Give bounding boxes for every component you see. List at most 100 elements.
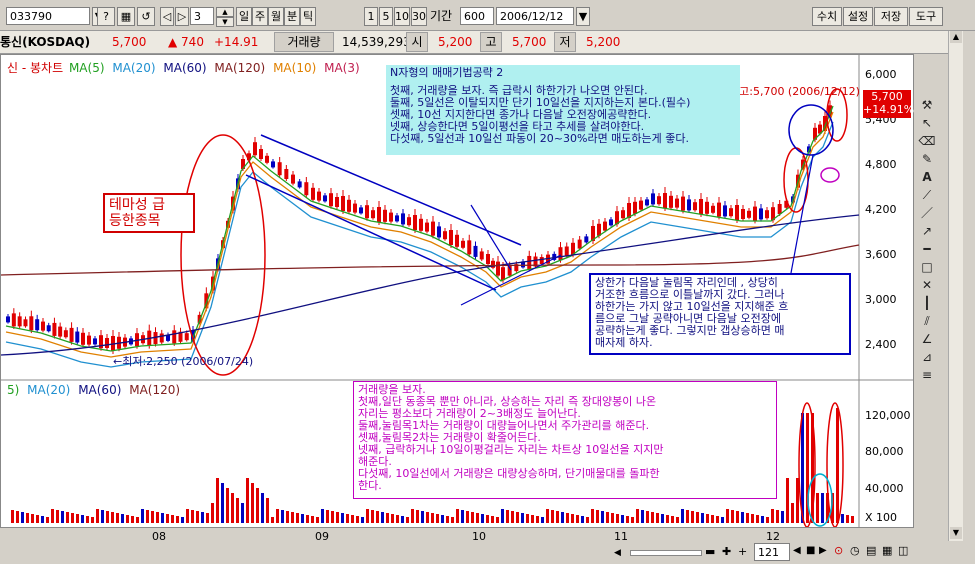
count-input[interactable]: 600: [460, 7, 494, 25]
minute-tab-30[interactable]: 30: [411, 7, 427, 26]
spinner-icon[interactable]: ▲ ▼: [216, 7, 234, 27]
rectangle-icon[interactable]: □: [918, 258, 936, 276]
volume-bar: [606, 512, 609, 523]
period-number-input[interactable]: 3: [190, 7, 214, 25]
volume-bar: [631, 517, 634, 523]
minute-tab-5[interactable]: 5: [379, 7, 393, 26]
play-icon[interactable]: ▶: [819, 545, 827, 556]
cursor-icon[interactable]: ↖: [918, 114, 936, 132]
date-dropdown-button[interactable]: ▼: [576, 7, 590, 26]
scroll-down-icon[interactable]: ▼: [950, 527, 962, 539]
candle-body: [657, 196, 661, 205]
volume-bar: [696, 512, 699, 523]
period-tab-week[interactable]: 주: [252, 7, 268, 26]
candle-body: [347, 199, 351, 212]
eraser-icon[interactable]: ⌫: [918, 132, 936, 150]
period-tab-minute[interactable]: 분: [284, 7, 300, 26]
volume-bar: [81, 515, 84, 523]
vertical-scrollbar[interactable]: ▲ ▼: [948, 31, 963, 541]
volume-bar: [726, 509, 729, 523]
minute-tab-10[interactable]: 10: [394, 7, 410, 26]
volume-bar: [236, 498, 239, 523]
minute-tab-1[interactable]: 1: [364, 7, 378, 26]
text-tool-icon[interactable]: A: [918, 168, 936, 186]
vol-legend-ma5: 5): [7, 383, 20, 397]
link-icon[interactable]: ↺: [137, 7, 155, 26]
angle-icon[interactable]: ∠: [918, 330, 936, 348]
price-change-pct: +14.91: [214, 35, 259, 49]
legend-ma120: MA(120): [214, 61, 266, 75]
help-button[interactable]: ?: [97, 7, 115, 26]
volume-bar: [486, 515, 489, 523]
play-back-icon[interactable]: ◀: [793, 545, 801, 556]
volume-bar: [661, 514, 664, 523]
period-label: 기간: [430, 9, 453, 23]
period-tab-month[interactable]: 월: [268, 7, 284, 26]
volume-bar: [541, 517, 544, 523]
volume-bar: [496, 517, 499, 523]
stop-icon[interactable]: ■: [806, 545, 815, 556]
volume-bar: [136, 517, 139, 523]
zoom-out-icon[interactable]: ▬: [705, 545, 717, 559]
volume-bar: [76, 514, 79, 523]
next-arrow-icon[interactable]: ▷: [175, 7, 189, 26]
settings-button[interactable]: 설정: [843, 7, 873, 26]
clock-icon[interactable]: ◷: [850, 544, 860, 557]
volume-bar: [116, 513, 119, 523]
brush-icon[interactable]: ⟋: [918, 186, 936, 204]
stock-code-input[interactable]: 033790: [6, 7, 90, 25]
volume-bar: [706, 514, 709, 523]
record-icon[interactable]: ⊙: [834, 544, 843, 557]
period-tab-tick[interactable]: 틱: [300, 7, 316, 26]
fan-icon[interactable]: ⊿: [918, 348, 936, 366]
pencil-icon[interactable]: ✎: [918, 150, 936, 168]
zoom-in-icon[interactable]: ✚: [722, 545, 734, 559]
table-icon[interactable]: ▦: [117, 7, 135, 26]
candle-body: [558, 247, 563, 261]
chart-area[interactable]: 신 - 봉차트 MA(5) MA(20) MA(60) MA(120) MA(1…: [0, 54, 914, 528]
volume-bar: [531, 515, 534, 523]
volume-bar: [756, 515, 759, 523]
ray-tool-icon[interactable]: ↗: [918, 222, 936, 240]
volume-bar: [651, 512, 654, 523]
fibonacci-icon[interactable]: ≡: [918, 366, 936, 384]
tools-button[interactable]: 도구: [909, 7, 943, 26]
stock-name: 통신(KOSDAQ): [0, 35, 91, 49]
volume-bar: [771, 509, 774, 523]
candle-body: [265, 155, 269, 163]
hammer-icon[interactable]: ⚒: [918, 96, 936, 114]
volume-bar: [166, 514, 169, 523]
zoom-in-small-icon[interactable]: +: [738, 545, 750, 559]
scroll-up-icon[interactable]: ▲: [950, 31, 962, 43]
volume-bar: [356, 516, 359, 523]
candle-body: [335, 197, 339, 207]
volume-bar: [246, 478, 249, 523]
period-tab-day[interactable]: 일: [236, 7, 252, 26]
volume-bar: [656, 513, 659, 523]
horizontal-scroll-track[interactable]: [630, 550, 702, 556]
prev-arrow-icon[interactable]: ◁: [160, 7, 174, 26]
page-icon[interactable]: ◫: [898, 544, 908, 557]
volume-bar: [556, 511, 559, 523]
volume-bar: [21, 512, 24, 523]
disk-icon[interactable]: ▤: [866, 544, 876, 557]
cross-icon[interactable]: ✕: [918, 276, 936, 294]
horizontal-line-icon[interactable]: ━: [918, 240, 936, 258]
volume-bar: [206, 513, 209, 523]
volume-bar: [591, 509, 594, 523]
line-tool-icon[interactable]: ／: [918, 204, 936, 222]
grid-icon[interactable]: ▦: [882, 544, 892, 557]
candle-body: [23, 319, 28, 327]
channel-icon[interactable]: ⫽: [918, 312, 936, 330]
candle-tool-icon[interactable]: ┃: [918, 294, 936, 312]
open-value: 5,200: [438, 35, 473, 49]
scroll-left-icon[interactable]: ◀: [614, 547, 626, 559]
save-button[interactable]: 저장: [874, 7, 908, 26]
zoom-value[interactable]: 121: [754, 543, 790, 561]
value-button[interactable]: 수치: [812, 7, 842, 26]
volume-bar: [596, 510, 599, 523]
high-note: 최고:5,700 (2006/12/12): [729, 85, 860, 98]
date-input[interactable]: 2006/12/12: [496, 7, 574, 25]
volume-bar: [161, 513, 164, 523]
price-change: ▲ 740: [168, 35, 204, 49]
